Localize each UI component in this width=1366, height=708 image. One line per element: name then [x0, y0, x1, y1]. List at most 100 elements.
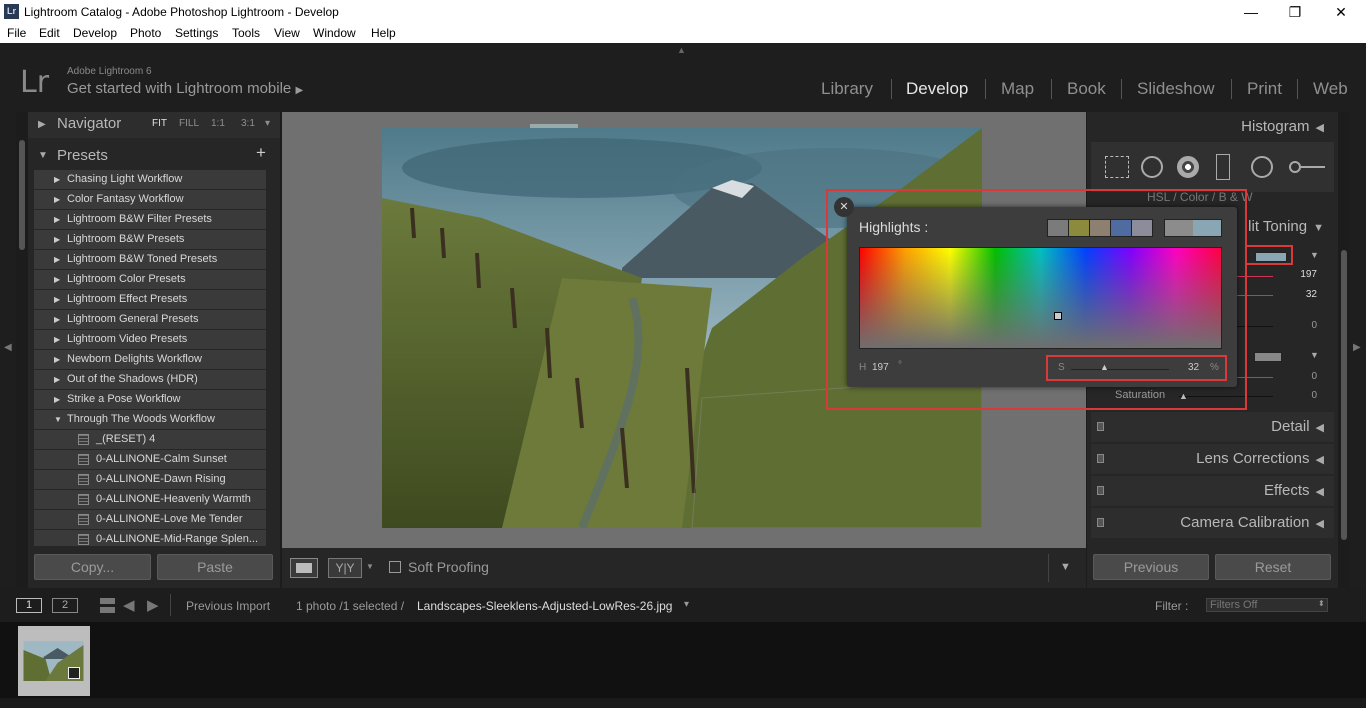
minimize-button[interactable]: — [1238, 2, 1264, 22]
preset-folder[interactable]: ▶ Lightroom Effect Presets [34, 290, 266, 309]
effects-header[interactable]: Effects ◀ [1091, 476, 1334, 506]
preset-folder[interactable]: ▶ Strike a Pose Workflow [34, 390, 266, 409]
menu-settings[interactable]: Settings [175, 26, 218, 40]
preset-folder[interactable]: ▶ Lightroom Video Presets [34, 330, 266, 349]
red-eye-icon[interactable] [1177, 156, 1199, 178]
mobile-cta[interactable]: Get started with Lightroom mobile ▶ [67, 80, 303, 97]
nav-fit[interactable]: FIT [152, 118, 167, 129]
preset-item[interactable]: 0-ALLINONE-Love Me Tender [34, 510, 266, 529]
collapse-top-arrow[interactable]: ▲ [677, 45, 686, 55]
preset-folder[interactable]: ▶ Lightroom General Presets [34, 310, 266, 329]
preset-folder[interactable]: ▶ Lightroom B&W Presets [34, 230, 266, 249]
filename-menu-icon[interactable]: ▾ [684, 599, 689, 610]
filter-select-arrow-icon[interactable]: ⬍ [1318, 599, 1325, 608]
menu-tools[interactable]: Tools [232, 26, 260, 40]
shadows-sat-value[interactable]: 0 [1287, 390, 1317, 401]
highlights-hue-value[interactable]: 197 [1287, 269, 1317, 280]
histogram-header[interactable]: Histogram ◀ [1241, 118, 1324, 135]
lens-toggle[interactable] [1097, 454, 1104, 463]
detail-toggle[interactable] [1097, 422, 1104, 431]
crop-icon[interactable] [1105, 156, 1129, 178]
preset-folder[interactable]: ▶ Out of the Shadows (HDR) [34, 370, 266, 389]
preset-folder[interactable]: ▶ Newborn Delights Workflow [34, 350, 266, 369]
copy-button[interactable]: Copy... [34, 554, 151, 580]
detail-header[interactable]: Detail ◀ [1091, 412, 1334, 442]
calibration-toggle[interactable] [1097, 518, 1104, 527]
primary-window-button[interactable]: 1 [16, 598, 42, 613]
reset-button[interactable]: Reset [1215, 554, 1331, 580]
menu-photo[interactable]: Photo [130, 26, 161, 40]
menu-edit[interactable]: Edit [39, 26, 60, 40]
nav-zoom-menu-icon[interactable]: ▾ [265, 118, 270, 129]
preset-item[interactable]: 0-ALLINONE-Calm Sunset [34, 450, 266, 469]
toolbar-menu-icon[interactable]: ▼ [1060, 561, 1071, 573]
highlights-swatch-menu-icon[interactable]: ▼ [1310, 250, 1319, 260]
product-name: Adobe Lightroom 6 [67, 66, 152, 77]
preset-folder[interactable]: ▶ Chasing Light Workflow [34, 170, 266, 189]
preset-item[interactable]: 0-ALLINONE-Mid-Range Splen... [34, 530, 266, 546]
navigator-header[interactable]: ▶ Navigator FIT FILL 1:1 3:1 ▾ [28, 112, 280, 138]
menu-file[interactable]: File [7, 26, 26, 40]
preset-item[interactable]: 0-ALLINONE-Dawn Rising [34, 470, 266, 489]
menu-help[interactable]: Help [371, 26, 396, 40]
menu-view[interactable]: View [274, 26, 300, 40]
module-web[interactable]: Web [1313, 79, 1348, 99]
shadows-hue-value[interactable]: 0 [1287, 371, 1317, 382]
split-toning-header[interactable]: lit Toning ▼ [1248, 218, 1324, 235]
close-window-button[interactable]: ✕ [1328, 2, 1354, 22]
filter-select[interactable]: Filters Off [1206, 598, 1328, 612]
preset-label: 0-ALLINONE-Mid-Range Splen... [96, 533, 259, 545]
restore-button[interactable]: ❐ [1282, 2, 1308, 22]
collapse-left-arrow[interactable]: ◀ [4, 342, 12, 353]
preset-folder[interactable]: ▶ Color Fantasy Workflow [34, 190, 266, 209]
soft-proofing-checkbox[interactable] [389, 561, 401, 573]
right-scrollbar-thumb[interactable] [1341, 250, 1347, 540]
preset-item[interactable]: _(RESET) 4 [34, 430, 266, 449]
nav-1-1[interactable]: 1:1 [211, 118, 225, 129]
module-slideshow[interactable]: Slideshow [1137, 79, 1215, 99]
forward-arrow-icon[interactable]: ▶ [147, 596, 159, 614]
loupe-view-button[interactable] [290, 558, 318, 578]
menu-window[interactable]: Window [313, 26, 356, 40]
balance-value[interactable]: 0 [1287, 320, 1317, 331]
before-after-menu-icon[interactable]: ▼ [366, 562, 374, 571]
add-preset-icon[interactable]: + [256, 143, 266, 163]
lens-corrections-header[interactable]: Lens Corrections ◀ [1091, 444, 1334, 474]
preset-folder[interactable]: ▶ Lightroom B&W Toned Presets [34, 250, 266, 269]
filename[interactable]: Landscapes-Sleeklens-Adjusted-LowRes-26.… [417, 599, 672, 613]
module-book[interactable]: Book [1067, 79, 1106, 99]
presets-header[interactable]: ▼ Presets + [28, 143, 280, 167]
module-map[interactable]: Map [1001, 79, 1034, 99]
brush-icon[interactable] [1289, 160, 1325, 174]
nav-fill[interactable]: FILL [179, 118, 199, 129]
back-arrow-icon[interactable]: ◀ [123, 596, 135, 614]
loupe-icon [296, 563, 312, 573]
paste-button[interactable]: Paste [157, 554, 273, 580]
collapse-right-arrow[interactable]: ▶ [1353, 342, 1361, 353]
radial-filter-icon[interactable] [1251, 156, 1273, 178]
left-scrollbar-thumb[interactable] [19, 140, 25, 250]
graduated-filter-icon[interactable] [1216, 154, 1230, 180]
preset-folder[interactable]: ▶ Lightroom B&W Filter Presets [34, 210, 266, 229]
grid-icon[interactable] [100, 598, 115, 613]
shadows-swatch[interactable] [1254, 352, 1282, 362]
nav-3-1[interactable]: 3:1 [241, 118, 255, 129]
preset-folder[interactable]: ▼ Through The Woods Workflow [34, 410, 266, 429]
source-label[interactable]: Previous Import [186, 599, 270, 613]
effects-toggle[interactable] [1097, 486, 1104, 495]
title-bar: Lr Lightroom Catalog - Adobe Photoshop L… [0, 0, 1366, 23]
shadows-swatch-menu-icon[interactable]: ▼ [1310, 350, 1319, 360]
before-after-button[interactable]: Y|Y [328, 558, 362, 578]
preset-item[interactable]: 0-ALLINONE-Heavenly Warmth [34, 490, 266, 509]
camera-calibration-header[interactable]: Camera Calibration ◀ [1091, 508, 1334, 538]
module-print[interactable]: Print [1247, 79, 1282, 99]
module-develop[interactable]: Develop [906, 79, 968, 99]
spot-removal-icon[interactable] [1141, 156, 1163, 178]
module-library[interactable]: Library [821, 79, 873, 99]
highlights-sat-value[interactable]: 32 [1287, 289, 1317, 300]
menu-develop[interactable]: Develop [73, 26, 117, 40]
thumbnail-cell[interactable] [18, 626, 90, 696]
secondary-window-button[interactable]: 2 [52, 598, 78, 613]
previous-button[interactable]: Previous [1093, 554, 1209, 580]
preset-folder[interactable]: ▶ Lightroom Color Presets [34, 270, 266, 289]
